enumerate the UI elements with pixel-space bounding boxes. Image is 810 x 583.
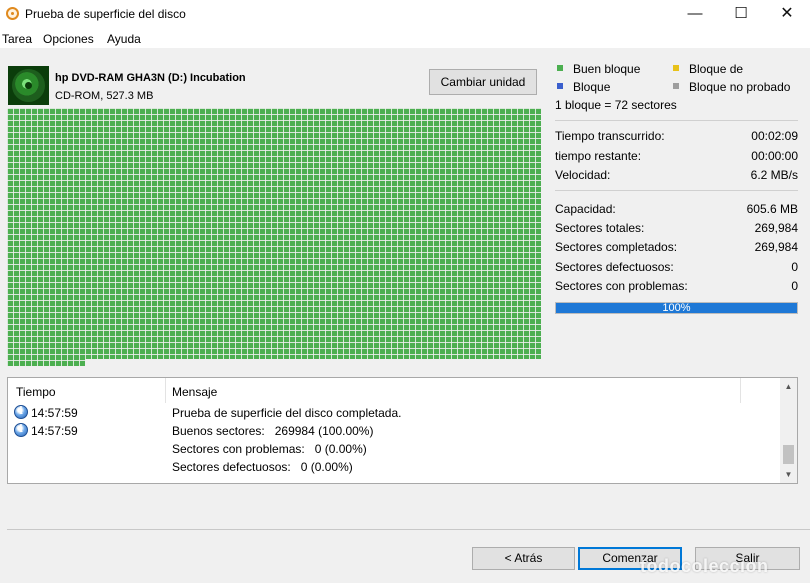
disc-hole	[25, 82, 32, 89]
log-message: Prueba de superficie del disco completad…	[172, 406, 402, 420]
separator-2	[555, 190, 798, 191]
legend-slow-block: Bloque de	[673, 62, 793, 76]
column-header-message[interactable]: Mensaje	[172, 385, 217, 399]
window-title: Prueba de superficie del disco	[25, 7, 186, 21]
elapsed-time-label: Tiempo transcurrido:	[555, 129, 665, 143]
progress-text: 100%	[662, 302, 691, 314]
speed-value: 6.2 MB/s	[750, 168, 798, 182]
watermark-logo: todocoleccion	[640, 556, 769, 576]
log-message: Sectores defectuosos: 0 (0.00%)	[172, 460, 353, 474]
legend-swatch-untested	[673, 83, 679, 89]
log-row[interactable]: Sectores defectuosos: 0 (0.00%)	[8, 458, 781, 476]
menu-tarea[interactable]: Tarea	[2, 32, 32, 46]
legend-swatch-good	[557, 65, 563, 71]
log-row[interactable]: Sectores con problemas: 0 (0.00%)	[8, 440, 781, 458]
log-time: 14:57:59	[31, 406, 78, 420]
log-header: Tiempo Mensaje	[8, 378, 781, 403]
legend-untested-block: Bloque no probado	[673, 80, 803, 94]
legend-label-untested: Bloque no probado	[689, 80, 791, 94]
bottom-separator	[7, 529, 810, 530]
drive-name: hp DVD-RAM GHA3N (D:) Incubation	[55, 72, 246, 84]
bad-sectors-label: Sectores defectuosos:	[555, 260, 674, 274]
legend-bad-block: Bloque	[557, 80, 667, 94]
legend-label-bad: Bloque	[573, 80, 611, 94]
progress-bar: 100%	[555, 302, 798, 314]
disc-test-app-icon	[6, 7, 19, 20]
capacity-label: Capacidad:	[555, 202, 616, 216]
elapsed-time-value: 00:02:09	[751, 129, 798, 143]
drive-description: CD-ROM, 527.3 MB	[55, 90, 154, 102]
column-divider[interactable]	[740, 378, 741, 403]
log-list[interactable]: Tiempo Mensaje i 14:57:59 Prueba de supe…	[7, 377, 798, 484]
column-divider[interactable]	[165, 378, 166, 403]
close-button[interactable]: ✕	[764, 0, 810, 29]
menu-opciones[interactable]: Opciones	[43, 32, 94, 46]
info-icon: i	[14, 405, 28, 419]
back-button[interactable]: < Atrás	[472, 547, 575, 570]
completed-sectors-value: 269,984	[754, 240, 798, 254]
block-map	[7, 108, 541, 366]
log-message: Sectores con problemas: 0 (0.00%)	[172, 442, 367, 456]
block-map-remainder	[85, 359, 541, 367]
column-header-time[interactable]: Tiempo	[16, 385, 56, 399]
legend-label-good: Buen bloque	[573, 62, 641, 76]
legend-swatch-bad	[557, 83, 563, 89]
separator-1	[555, 120, 798, 121]
log-scrollbar[interactable]: ▲ ▼	[780, 378, 797, 483]
problem-sectors-label: Sectores con problemas:	[555, 279, 688, 293]
total-sectors-value: 269,984	[754, 221, 798, 235]
log-message: Buenos sectores: 269984 (100.00%)	[172, 424, 374, 438]
change-drive-button[interactable]: Cambiar unidad	[429, 69, 537, 95]
capacity-value: 605.6 MB	[746, 202, 798, 216]
completed-sectors-label: Sectores completados:	[555, 240, 678, 254]
legend-good-block: Buen bloque	[557, 62, 667, 76]
scroll-up-arrow-icon[interactable]: ▲	[780, 378, 797, 395]
legend-label-slow: Bloque de	[689, 62, 744, 76]
menu-bar: Tarea Opciones Ayuda	[0, 29, 810, 48]
menu-ayuda[interactable]: Ayuda	[107, 32, 141, 46]
maximize-button[interactable]: ☐	[718, 0, 764, 29]
bad-sectors-value: 0	[791, 260, 798, 274]
block-size-label: 1 bloque = 72 sectores	[555, 98, 677, 112]
scroll-thumb[interactable]	[783, 445, 794, 464]
cd-disc-icon	[8, 66, 49, 105]
log-time: 14:57:59	[31, 424, 78, 438]
total-sectors-label: Sectores totales:	[555, 221, 645, 235]
legend-swatch-slow	[673, 65, 679, 71]
remaining-time-label: tiempo restante:	[555, 149, 642, 163]
speed-label: Velocidad:	[555, 168, 611, 182]
scroll-down-arrow-icon[interactable]: ▼	[780, 466, 797, 483]
log-row[interactable]: i 14:57:59 Buenos sectores: 269984 (100.…	[8, 422, 781, 440]
info-icon: i	[14, 423, 28, 437]
log-row[interactable]: i 14:57:59 Prueba de superficie del disc…	[8, 404, 781, 422]
remaining-time-value: 00:00:00	[751, 149, 798, 163]
minimize-button[interactable]: —	[672, 0, 718, 29]
title-bar: Prueba de superficie del disco — ☐ ✕	[0, 0, 810, 29]
problem-sectors-value: 0	[791, 279, 798, 293]
